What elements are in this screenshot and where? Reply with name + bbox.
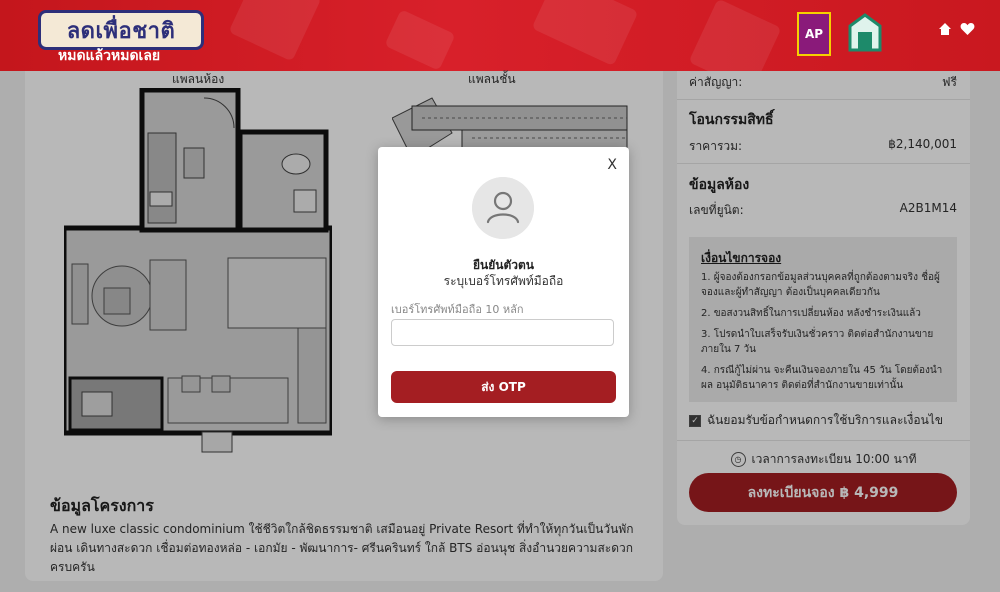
ap-brand-label: AP xyxy=(804,27,824,41)
header-actions xyxy=(938,22,975,36)
send-otp-button[interactable]: ส่ง OTP xyxy=(391,371,616,403)
phone-number-input[interactable] xyxy=(391,319,614,346)
modal-subtitle: ระบุเบอร์โทรศัพท์มือถือ xyxy=(443,274,564,288)
close-icon[interactable]: X xyxy=(607,157,617,173)
ap-brand-logo[interactable]: AP xyxy=(797,12,831,56)
otp-modal: X ยืนยันตัวตน ระบุเบอร์โทรศัพท์มือถือ เบ… xyxy=(378,147,629,417)
user-avatar-icon xyxy=(472,177,534,239)
logo-subtitle: หมดแล้วหมดเลย xyxy=(58,48,161,64)
header-decoration xyxy=(688,0,782,71)
house-brand-logo[interactable] xyxy=(848,12,882,52)
logo-text: ลดเพื่อชาติ xyxy=(66,18,176,44)
header-decoration xyxy=(228,0,322,62)
site-logo[interactable]: ลดเพื่อชาติ xyxy=(38,10,204,50)
site-header: ลดเพื่อชาติ หมดแล้วหมดเลย AP xyxy=(0,0,1000,71)
header-decoration xyxy=(531,0,639,67)
heart-icon[interactable] xyxy=(960,22,975,36)
phone-field-label: เบอร์โทรศัพท์มือถือ 10 หลัก xyxy=(391,303,524,316)
home-icon[interactable] xyxy=(938,22,952,36)
header-decoration xyxy=(384,9,456,71)
